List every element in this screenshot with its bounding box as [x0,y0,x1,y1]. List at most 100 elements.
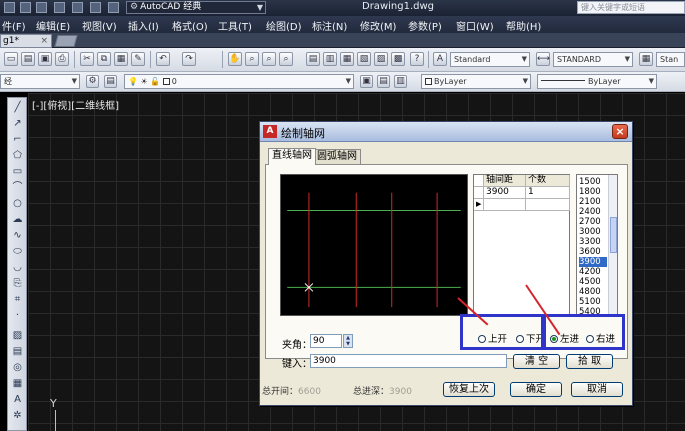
region-icon[interactable]: ◎ [11,362,24,374]
print-icon[interactable] [54,2,65,13]
viewport-controls[interactable]: [-][俯视][二维线框] [32,97,119,112]
layer-properties-icon[interactable]: ▤ [104,75,117,88]
list-item-selected[interactable]: 3900 [579,257,607,267]
undo-icon[interactable] [72,2,83,13]
layer-previous-icon[interactable]: ▤ [377,75,390,88]
new-icon[interactable] [36,2,47,13]
list-item[interactable]: 2100 [579,197,607,207]
table-style-select[interactable]: Stan [656,52,685,67]
menu-edit[interactable]: 编辑(E) [36,18,70,33]
insert-block-icon[interactable]: ⎘ [11,278,24,290]
menu-tools[interactable]: 工具(T) [218,18,252,33]
gradient-icon[interactable]: ▤ [11,346,24,358]
redo-icon[interactable] [90,2,101,13]
dialog-title-bar[interactable]: A 绘制轴网 × [260,122,632,142]
match-properties-icon[interactable]: ✎ [131,52,145,66]
search-input[interactable]: 键入关键字或短语 [577,1,685,14]
color-select[interactable]: ByLayer ▼ [421,74,531,89]
zoom-previous-icon[interactable]: ⌕ [279,52,293,66]
angle-stepper[interactable]: ▲ ▼ [343,334,353,348]
menu-view[interactable]: 视图(V) [82,18,117,33]
properties-icon[interactable]: ▤ [306,52,320,66]
list-item[interactable]: 2700 [579,217,607,227]
dim-style-select[interactable]: STANDARD ▼ [553,52,633,67]
tool-palettes-icon[interactable]: ▦ [340,52,354,66]
arrow-down-icon[interactable]: ▼ [346,341,350,347]
list-item[interactable]: 1800 [579,187,607,197]
markup-icon[interactable]: ▨ [374,52,388,66]
ellipse-icon[interactable]: ⬭ [11,246,24,258]
polyline-icon[interactable]: ⌐ [11,134,24,146]
angle-input[interactable]: 90 [310,334,342,348]
zoom-window-icon[interactable]: ⌕ [262,52,276,66]
clear-button[interactable]: 清 空 [513,354,560,369]
list-item[interactable]: 3300 [579,237,607,247]
line-icon[interactable]: ╱ [11,102,24,114]
add-selected-icon[interactable]: ✲ [11,410,24,422]
linetype-select[interactable]: ByLayer ▼ [537,74,657,89]
list-item[interactable]: 3000 [579,227,607,237]
zoom-realtime-icon[interactable]: ⌕ [245,52,259,66]
arc-icon[interactable]: ⌒ [11,182,24,194]
close-icon[interactable]: × [40,35,48,47]
tab-straight-grid[interactable]: 直线轴网 [268,148,316,165]
sheet-set-icon[interactable]: ▧ [357,52,371,66]
quick-access-dropdown-icon[interactable] [108,2,119,13]
layer-state-icon[interactable]: ▥ [394,75,407,88]
cancel-button[interactable]: 取消 [571,382,623,397]
table-cell-new[interactable] [484,199,526,211]
restore-last-button[interactable]: 恢复上次 [443,382,495,397]
make-block-icon[interactable]: ⌗ [11,294,24,306]
save-icon[interactable]: ▣ [38,52,52,66]
new-tab-button[interactable] [54,35,78,47]
table-cell-count[interactable]: 1 [526,187,570,199]
table-cell-spacing[interactable]: 3900 [484,187,526,199]
point-icon[interactable]: · [11,310,24,322]
menu-modify[interactable]: 修改(M) [360,18,396,33]
revision-cloud-icon[interactable]: ☁ [11,214,24,226]
rectangle-icon[interactable]: ▭ [11,166,24,178]
design-center-icon[interactable]: ▥ [323,52,337,66]
axis-spacing-table[interactable]: 轴间距 个数 3900 1 ▶ [473,174,570,316]
menu-dimension[interactable]: 标注(N) [312,18,347,33]
menu-insert[interactable]: 插入(I) [128,18,159,33]
help-icon[interactable]: ? [410,52,424,66]
table-icon[interactable]: ▦ [11,378,24,390]
calculator-icon[interactable]: ▩ [391,52,405,66]
tab-arc-grid[interactable]: 圆弧轴网 [313,149,361,164]
list-scrollbar[interactable] [608,175,617,315]
make-current-layer-icon[interactable]: ▣ [360,75,373,88]
ellipse-arc-icon[interactable]: ◡ [11,262,24,274]
polygon-icon[interactable]: ⬠ [11,150,24,162]
layer-select[interactable]: 💡 ☀ 🔓 0 ▼ [124,74,354,89]
gear-icon[interactable]: ⚙ [86,75,99,88]
text-style-select[interactable]: Standard ▼ [450,52,530,67]
spacing-value-list[interactable]: 1500 1800 2100 2400 2700 3000 3300 3600 … [576,174,618,316]
menu-parameter[interactable]: 参数(P) [408,18,442,33]
document-tab[interactable]: g1* × [0,34,52,48]
workspace-dropdown[interactable]: ⚙ AutoCAD 经典 ▼ [126,1,266,14]
menu-file[interactable]: 件(F) [2,18,26,33]
close-button[interactable]: × [612,124,628,139]
ok-button[interactable]: 确定 [510,382,562,397]
undo-icon[interactable]: ↶ [156,52,170,66]
list-item[interactable]: 1500 [579,177,607,187]
pick-button[interactable]: 拾 取 [566,354,613,369]
circle-icon[interactable]: ○ [11,198,24,210]
copy-icon[interactable]: ⧉ [97,52,111,66]
workspace-select[interactable]: 经 ▼ [0,74,80,89]
open-icon[interactable] [20,2,31,13]
spline-icon[interactable]: ∿ [11,230,24,242]
table-cell-new-count[interactable] [526,199,570,211]
construction-line-icon[interactable]: ↗ [11,118,24,130]
list-item[interactable]: 4500 [579,277,607,287]
cut-icon[interactable]: ✂ [80,52,94,66]
menu-format[interactable]: 格式(O) [172,18,208,33]
list-item[interactable]: 4200 [579,267,607,277]
save-icon[interactable] [4,2,15,13]
open-file-icon[interactable]: ▤ [21,52,35,66]
list-item[interactable]: 3600 [579,247,607,257]
multiline-text-icon[interactable]: A [11,394,24,406]
hatch-icon[interactable]: ▨ [11,330,24,342]
print-icon[interactable]: ⎙ [55,52,69,66]
